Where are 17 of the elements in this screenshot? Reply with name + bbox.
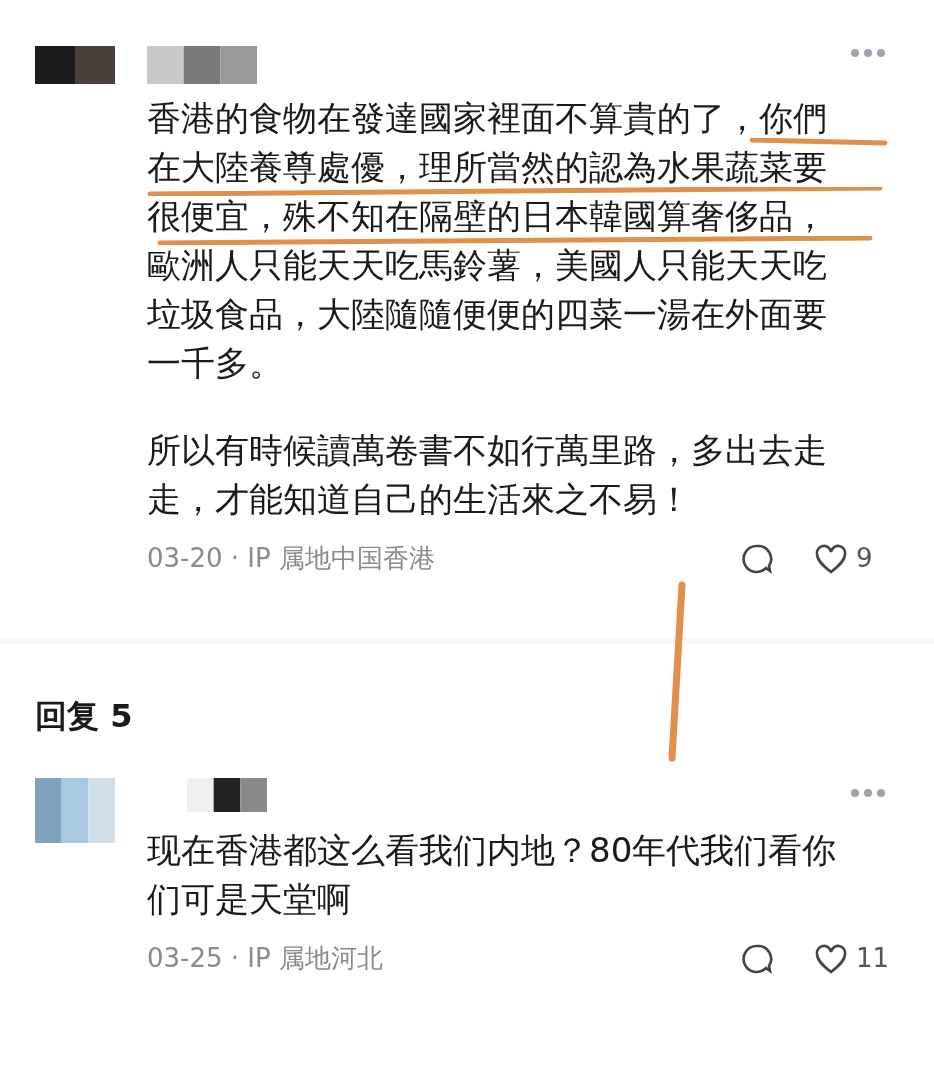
comment-line: 们可是天堂啊 <box>147 879 351 919</box>
like-count: 11 <box>856 942 886 975</box>
comment-line: 在大陸養尊處優，理所當然的認為水果蔬菜要 <box>147 147 827 187</box>
comment-line: 现在香港都这么看我们内地？80年代我们看你 <box>147 830 837 870</box>
comment-line: 所以有時候讀萬卷書不如行萬里路，多出去走 <box>147 430 827 470</box>
comment-line: 很便宜，殊不知在隔壁的日本韓國算奢侈品， <box>147 196 827 236</box>
comment-meta: 03-25 · IP 属地河北 <box>147 942 383 975</box>
comment-line: 走，才能知道自己的生活來之不易！ <box>147 479 691 519</box>
comment-line: 歐洲人只能天天吃馬鈴薯，美國人只能天天吃 <box>147 245 827 285</box>
comment-line: 垃圾食品，大陸隨隨便便的四菜一湯在外面要 <box>147 294 827 334</box>
heart-icon[interactable] <box>814 542 848 575</box>
comment-line: 一千多。 <box>147 343 283 383</box>
replies-heading: 回复 5 <box>35 696 133 737</box>
comment-line: 香港的食物在發達國家裡面不算貴的了，你們 <box>147 98 827 138</box>
comment-meta: 03-20 · IP 属地中国香港 <box>147 542 435 575</box>
heart-icon[interactable] <box>814 942 848 975</box>
like-count: 9 <box>856 542 874 575</box>
